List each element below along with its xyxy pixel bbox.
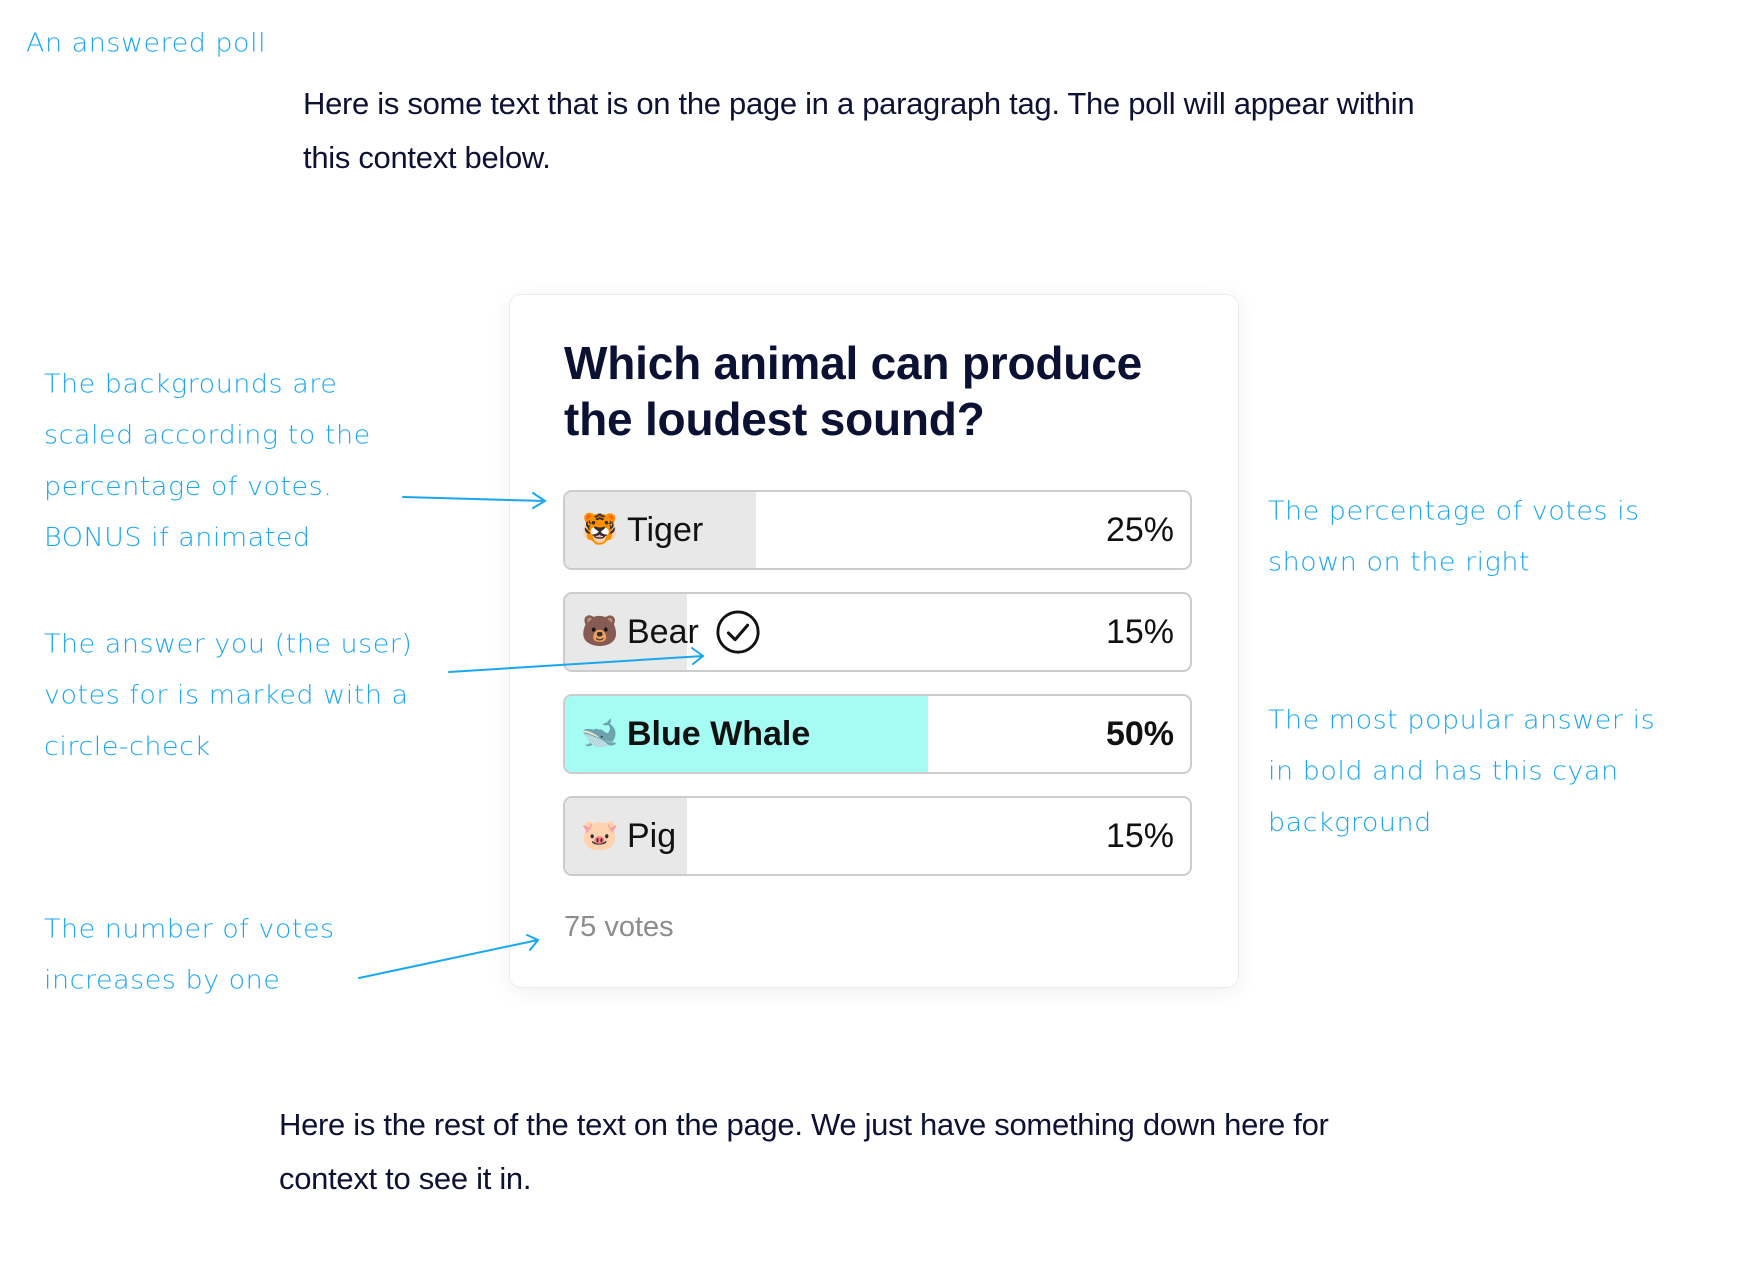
outro-paragraph: Here is the rest of the text on the page… (279, 1107, 1329, 1196)
option-label: Pig (627, 816, 677, 855)
annotation-votes: The number of votes increases by one (44, 914, 335, 996)
poll-card: Which animal can produce the loudest sou… (509, 294, 1239, 988)
poll-option-tiger[interactable]: 🐯 Tiger 25% (563, 490, 1192, 570)
option-percentage: 15% (1105, 816, 1174, 855)
annotation-percentage: The percentage of votes is shown on the … (1268, 496, 1640, 578)
tiger-icon: 🐯 (581, 512, 619, 547)
poll-option-pig[interactable]: 🐷 Pig 15% (563, 796, 1192, 876)
poll-option-bear[interactable]: 🐻 Bear 15% (563, 592, 1192, 672)
option-label: Tiger (627, 510, 704, 549)
bear-icon: 🐻 (581, 614, 619, 649)
option-label: Blue Whale (627, 714, 811, 753)
option-label: Bear (627, 612, 699, 651)
annotation-popular: The most popular answer is in bold and h… (1268, 705, 1656, 838)
annotation-backgrounds: The backgrounds are scaled according to … (44, 369, 371, 553)
annotation-title: An answered poll (26, 28, 267, 58)
whale-icon: 🐋 (581, 716, 619, 751)
intro-paragraph: Here is some text that is on the page in… (303, 86, 1415, 175)
option-percentage: 50% (1105, 714, 1174, 753)
poll-question: Which animal can produce the loudest sou… (564, 337, 1142, 445)
option-percentage: 15% (1105, 612, 1174, 651)
option-percentage: 25% (1105, 510, 1174, 549)
poll-option-blue-whale[interactable]: 🐋 Blue Whale 50% (563, 694, 1192, 774)
circle-check-icon (716, 610, 760, 654)
vote-count: 75 votes (564, 911, 674, 943)
annotation-user-answer: The answer you (the user) votes for is m… (44, 629, 413, 762)
pig-icon: 🐷 (581, 818, 619, 853)
